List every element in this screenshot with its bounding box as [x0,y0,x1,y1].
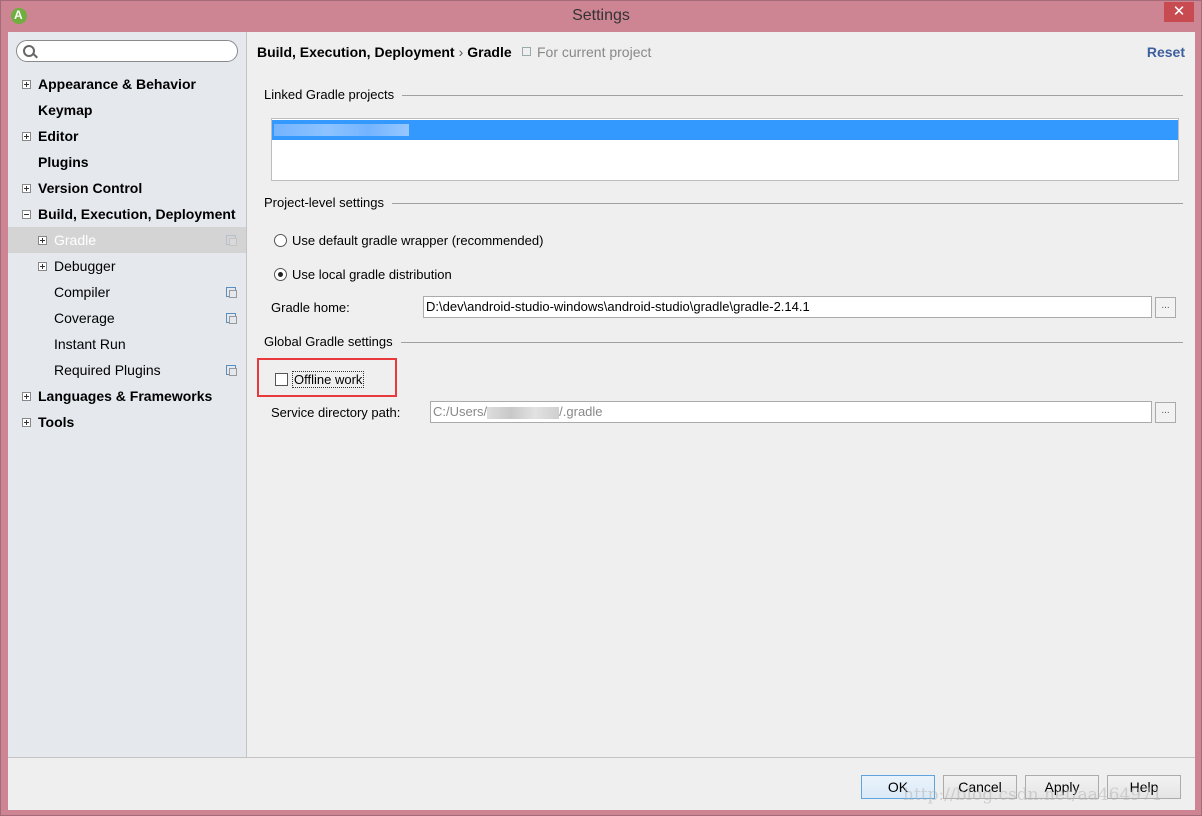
sidebar-item-editor[interactable]: Editor [8,123,246,149]
sidebar-item-label: Compiler [54,284,111,300]
title-bar[interactable]: Settings ✕ [1,1,1201,32]
dialog-footer: OK Cancel Apply Help http://blog.csdn.ne… [8,757,1195,810]
collapse-icon[interactable] [22,210,31,219]
radio-label: Use default gradle wrapper (recommended) [292,233,544,248]
sidebar-item-label: Instant Run [54,336,126,352]
gradle-home-label: Gradle home: [271,300,350,315]
gradle-home-field[interactable]: D:\dev\android-studio-windows\android-st… [423,296,1152,318]
gradle-settings-panel: Build, Execution, Deployment › Gradle For … [247,32,1195,757]
sidebar-item-label: Languages & Frameworks [38,388,213,404]
project-scope-icon [226,287,237,298]
sidebar-item-label: Coverage [54,310,115,326]
sidebar-item-label: Keymap [38,102,93,118]
service-directory-label: Service directory path: [271,405,401,420]
sidebar-item-label: Version Control [38,180,143,196]
project-scope-icon [226,365,237,376]
ok-button[interactable]: OK [861,775,935,799]
expand-icon[interactable] [22,184,31,193]
linked-projects-section: Linked Gradle projects [264,87,1183,103]
breadcrumb: Build, Execution, Deployment › Gradle [257,44,512,60]
checkbox[interactable] [275,373,288,386]
project-scope-icon [226,313,237,324]
search-box[interactable] [16,40,238,62]
scope-indicator: For current project [522,44,651,60]
sidebar-item-label: Plugins [38,154,89,170]
sidebar-item-label: Editor [38,128,79,144]
section-title: Linked Gradle projects [264,87,403,102]
expand-icon[interactable] [38,262,47,271]
service-directory-browse-button[interactable]: ... [1155,402,1176,423]
sidebar-item-label: Tools [38,414,75,430]
service-dir-suffix: /.gradle [559,404,603,419]
sidebar-item-required-plugins[interactable]: Required Plugins [8,357,246,383]
help-button[interactable]: Help [1107,775,1181,799]
reset-link[interactable]: Reset [1147,44,1185,60]
sidebar-item-build-execution-deployment[interactable]: Build, Execution, Deployment [8,201,246,227]
sidebar-item-label: Debugger [54,258,116,274]
sidebar-item-version-control[interactable]: Version Control [8,175,246,201]
expand-icon[interactable] [38,236,47,245]
section-divider [264,342,1183,343]
sidebar-item-plugins[interactable]: Plugins [8,149,246,175]
sidebar-item-appearance-behavior[interactable]: Appearance & Behavior [8,71,246,97]
service-dir-prefix: C:/Users/ [433,404,488,419]
project-level-section: Project-level settings [264,195,1183,211]
settings-tree: Appearance & Behavior Keymap Editor Plugins… [8,71,246,435]
sidebar-item-gradle[interactable]: Gradle [8,227,246,253]
sidebar-item-compiler[interactable]: Compiler [8,279,246,305]
redacted-username [487,406,560,419]
service-directory-field[interactable]: C:/Users/ /.gradle [430,401,1152,423]
project-scope-icon [226,235,237,246]
expand-icon[interactable] [22,80,31,89]
apply-button[interactable]: Apply [1025,775,1099,799]
sidebar-item-debugger[interactable]: Debugger [8,253,246,279]
window-title: Settings [572,7,630,24]
scope-label: For current project [537,44,652,60]
sidebar-item-keymap[interactable]: Keymap [8,97,246,123]
gradle-home-browse-button[interactable]: ... [1155,297,1176,318]
sidebar-item-languages-frameworks[interactable]: Languages & Frameworks [8,383,246,409]
breadcrumb-parent: Build, Execution, Deployment [257,44,455,60]
radio-label: Use local gradle distribution [292,267,452,282]
sidebar-item-label: Gradle [54,232,97,248]
expand-icon[interactable] [22,418,31,427]
sidebar-item-label: Build, Execution, Deployment [38,206,236,222]
radio-button[interactable] [274,234,287,247]
checkbox-label: Offline work [292,371,365,388]
linked-project-row-selected[interactable] [272,120,1178,140]
dialog-body: Appearance & Behavior Keymap Editor Plugins… [8,32,1195,810]
section-title: Global Gradle settings [264,334,401,349]
search-icon [23,45,35,57]
section-title: Project-level settings [264,195,392,210]
settings-sidebar: Appearance & Behavior Keymap Editor Plugins… [8,32,247,757]
expand-icon[interactable] [22,392,31,401]
sidebar-item-instant-run[interactable]: Instant Run [8,331,246,357]
project-scope-icon [522,47,531,56]
sidebar-item-label: Appearance & Behavior [38,76,196,92]
expand-icon[interactable] [22,132,31,141]
cancel-button[interactable]: Cancel [943,775,1017,799]
linked-projects-list[interactable] [271,118,1179,181]
section-divider [264,203,1183,204]
breadcrumb-separator: › [458,44,464,60]
settings-window: Settings ✕ Appearance & Behavior Keymap Ed… [0,0,1202,816]
sidebar-item-coverage[interactable]: Coverage [8,305,246,331]
search-input[interactable] [41,43,235,61]
radio-button-checked[interactable] [274,268,287,281]
redacted-project-name [274,124,409,136]
close-button[interactable]: ✕ [1164,2,1194,22]
sidebar-item-tools[interactable]: Tools [8,409,246,435]
sidebar-item-label: Required Plugins [54,362,161,378]
global-settings-section: Global Gradle settings [264,334,1183,350]
breadcrumb-current: Gradle [467,44,512,60]
